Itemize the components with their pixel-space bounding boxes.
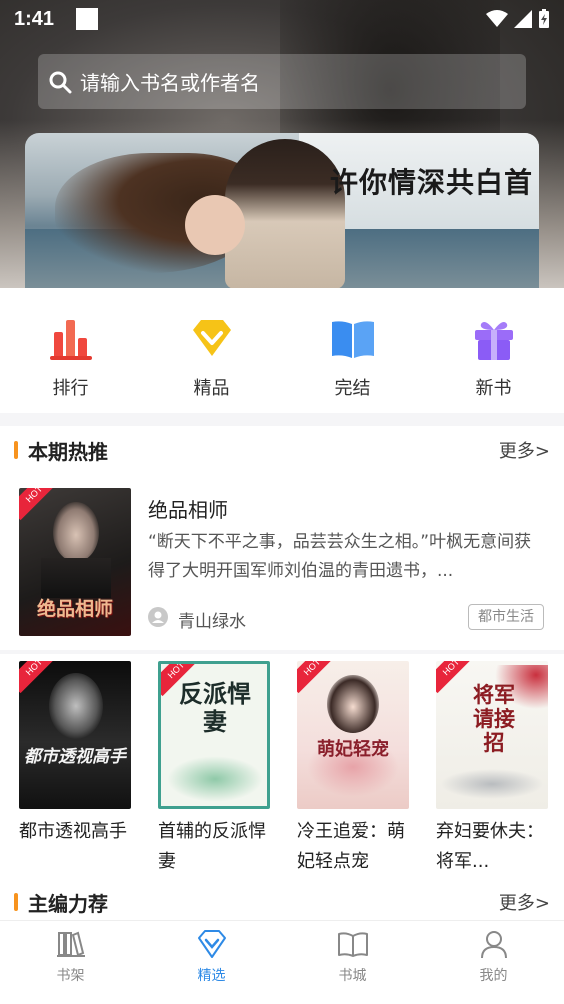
bar-chart-icon bbox=[49, 320, 92, 360]
featured-book-cover[interactable]: 绝品相师 HOT bbox=[19, 488, 131, 636]
diamond-outline-icon bbox=[197, 930, 226, 958]
promo-banner[interactable]: 许你情深共白首 bbox=[25, 133, 539, 288]
open-book-icon bbox=[331, 321, 374, 358]
book-title: 首辅的反派悍妻 bbox=[158, 821, 266, 872]
cover-title-art: 绝品相师 bbox=[36, 598, 113, 620]
category-new[interactable]: 新书 bbox=[423, 288, 564, 413]
cover-title-art: 都市透视高手 bbox=[24, 747, 126, 767]
section-title: 本期热推 bbox=[28, 439, 108, 464]
section-accent-bar bbox=[14, 441, 18, 459]
book-title: 弃妇要休夫：将军... bbox=[436, 821, 544, 872]
book-cover[interactable]: 萌妃轻宠 HOT bbox=[297, 661, 409, 809]
category-label: 排行 bbox=[52, 378, 89, 399]
cover-title-art: 将军请接招 bbox=[473, 682, 515, 755]
book-title: 冷王追爱：萌妃轻点宠 bbox=[297, 821, 405, 872]
nav-bookstore[interactable]: 书城 bbox=[282, 921, 423, 1004]
hot-badge: HOT bbox=[19, 488, 61, 521]
category-ranking[interactable]: 排行 bbox=[0, 288, 141, 413]
category-label: 新书 bbox=[475, 378, 512, 399]
gift-icon bbox=[474, 322, 513, 360]
featured-book-tag[interactable]: 都市生活 bbox=[468, 604, 544, 630]
search-icon bbox=[49, 71, 72, 93]
wifi-icon bbox=[486, 10, 508, 27]
person-icon bbox=[480, 931, 507, 959]
notification-icon bbox=[76, 8, 99, 30]
nav-profile[interactable]: 我的 bbox=[423, 921, 564, 1004]
banner-title: 许你情深共白首 bbox=[329, 166, 533, 199]
nav-label: 书城 bbox=[338, 968, 367, 984]
signal-icon bbox=[514, 10, 532, 28]
author-avatar-icon bbox=[148, 607, 168, 627]
nav-label: 我的 bbox=[479, 968, 508, 984]
nav-label: 精选 bbox=[197, 968, 226, 984]
book-icon bbox=[337, 932, 368, 957]
nav-bookshelf[interactable]: 书架 bbox=[0, 921, 141, 1004]
featured-book-author: 青山绿水 bbox=[178, 612, 246, 632]
book-cover[interactable]: 都市透视高手 HOT bbox=[19, 661, 131, 809]
cover-portrait bbox=[49, 673, 103, 739]
search-placeholder: 请输入书名或作者名 bbox=[80, 71, 260, 95]
cover-mountains bbox=[440, 769, 544, 799]
category-completed[interactable]: 完结 bbox=[282, 288, 423, 413]
cover-title-art: 反派悍妻 bbox=[179, 679, 251, 736]
status-time: 1:41 bbox=[14, 7, 55, 30]
banner-woman-face bbox=[185, 195, 245, 255]
category-row: 排行 精品 完结 新书 bbox=[0, 288, 564, 413]
cover-portrait bbox=[53, 502, 99, 562]
cover-body bbox=[41, 558, 111, 598]
cover-lotus bbox=[167, 756, 263, 802]
search-box[interactable]: 请输入书名或作者名 bbox=[38, 54, 526, 109]
editor-section-header: 主编力荐 更多> bbox=[0, 882, 564, 922]
book-title: 都市透视高手 bbox=[19, 821, 127, 842]
hot-section-header: 本期热推 更多> bbox=[0, 426, 564, 474]
category-label: 完结 bbox=[334, 378, 371, 399]
book-cover[interactable]: 反派悍妻 HOT bbox=[158, 661, 270, 809]
section-title: 主编力荐 bbox=[28, 891, 108, 916]
editor-more-link[interactable]: 更多> bbox=[499, 889, 550, 915]
diamond-icon bbox=[192, 320, 231, 356]
category-premium[interactable]: 精品 bbox=[141, 288, 282, 413]
status-icons bbox=[486, 9, 550, 29]
status-bar: 1:41 bbox=[0, 0, 564, 38]
book-cover[interactable]: 将军请接招 HOT bbox=[436, 661, 548, 809]
bottom-nav: 书架 精选 书城 我的 bbox=[0, 920, 564, 1004]
bookshelf-icon bbox=[56, 931, 85, 957]
featured-book-description: “断天下不平之事，品芸芸众生之相。”叶枫无意间获得了大明开国军师刘伯温的青田遗书… bbox=[148, 532, 532, 581]
nav-label: 书架 bbox=[56, 968, 85, 984]
battery-icon bbox=[539, 9, 549, 28]
cover-portrait bbox=[327, 675, 379, 733]
category-label: 精品 bbox=[193, 378, 230, 399]
cover-title-art: 萌妃轻宠 bbox=[317, 739, 389, 760]
nav-featured[interactable]: 精选 bbox=[141, 921, 282, 1004]
featured-book-title: 绝品相师 bbox=[148, 498, 228, 522]
section-accent-bar bbox=[14, 893, 18, 911]
hot-more-link[interactable]: 更多> bbox=[499, 437, 550, 463]
